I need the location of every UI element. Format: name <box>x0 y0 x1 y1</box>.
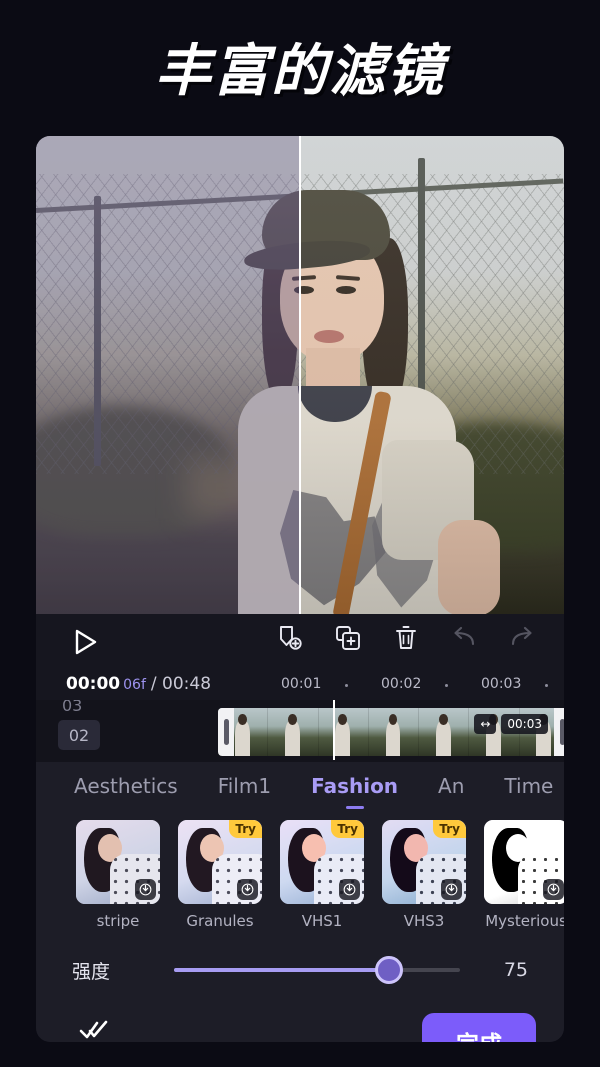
tab-an[interactable]: An <box>438 774 464 798</box>
try-badge: Try <box>433 820 466 838</box>
filter-label: VHS3 <box>403 912 445 930</box>
double-check-icon <box>79 1020 108 1039</box>
tab-fashion[interactable]: Fashion <box>311 774 399 809</box>
filter-label: Mysterious <box>485 912 564 930</box>
download-icon[interactable] <box>135 879 156 900</box>
ruler-tick-3: 00:03 <box>481 676 522 692</box>
duplicate-icon[interactable] <box>334 624 362 652</box>
tab-label: Film1 <box>217 774 272 798</box>
filter-thumbnail[interactable]: Try <box>382 820 466 904</box>
before-scene <box>36 136 300 614</box>
total-time: / 00:48 <box>150 674 212 694</box>
filter-item-stripe[interactable]: stripe <box>76 820 160 936</box>
intensity-slider-knob[interactable] <box>374 956 403 984</box>
filter-thumbnail[interactable] <box>484 820 564 904</box>
clip-duration-badge: 00:03 <box>501 714 548 734</box>
time-readout: 00:00 06f/ 00:48 <box>66 674 211 694</box>
ruler-dot-2 <box>445 684 448 687</box>
ruler-tick-1: 00:01 <box>281 676 322 692</box>
preview-before-half <box>36 136 300 614</box>
after-filter-tint <box>300 136 564 614</box>
editor-window: BEFORE AFTER <box>36 136 564 1042</box>
bottom-action-bar: 全部应用 完成 <box>36 1004 564 1042</box>
tab-label: Aesthetics <box>74 774 178 798</box>
download-icon[interactable] <box>237 879 258 900</box>
filter-list[interactable]: stripe Try Granules Try VHS1 Try VHS3 My… <box>36 810 564 936</box>
intensity-value: 75 <box>503 959 528 981</box>
filter-label: Granules <box>186 912 254 930</box>
clip-badges: ↔ 00:03 <box>474 714 548 734</box>
filmstrip-frame <box>318 708 369 756</box>
ruler-dot-1 <box>345 684 348 687</box>
time-readout-bar: 00:00 06f/ 00:48 00:01 00:02 00:03 <box>36 670 564 700</box>
before-filter-tint-2 <box>36 136 300 614</box>
undo-icon[interactable] <box>450 624 478 652</box>
add-keyframe-icon[interactable] <box>276 624 304 652</box>
intensity-slider-row: 强度 75 <box>36 936 564 1004</box>
tab-label: Fashion <box>311 774 399 798</box>
filmstrip-frame <box>419 708 470 756</box>
tab-label: An <box>438 774 465 798</box>
try-badge: Try <box>331 820 364 838</box>
comparison-divider[interactable] <box>299 136 301 614</box>
try-badge: Try <box>229 820 262 838</box>
toolbar-actions <box>276 624 536 652</box>
ruler-dot-3 <box>545 684 548 687</box>
track-label-02[interactable]: 02 <box>58 720 100 750</box>
filmstrip-frame <box>368 708 420 756</box>
tab-time[interactable]: Time <box>504 774 553 798</box>
clip-handle-left[interactable] <box>218 708 234 756</box>
timeline[interactable]: 03 02 ↔ 00:03 <box>36 700 564 762</box>
filter-item-mysterious[interactable]: Mysterious <box>484 820 564 936</box>
filter-item-vhs1[interactable]: Try VHS1 <box>280 820 364 936</box>
clip-handle-right[interactable] <box>554 708 564 756</box>
redo-icon[interactable] <box>508 624 536 652</box>
playhead[interactable] <box>333 700 335 760</box>
current-frames: 06f <box>123 677 146 693</box>
clip-resize-badge[interactable]: ↔ <box>474 714 497 734</box>
preview-comparison[interactable]: BEFORE AFTER <box>36 136 564 614</box>
preview-after-half <box>300 136 564 614</box>
filmstrip-frame <box>268 708 319 756</box>
intensity-slider-fill <box>174 968 389 972</box>
play-icon[interactable] <box>66 624 102 660</box>
intensity-label: 强度 <box>72 960 111 983</box>
download-icon[interactable] <box>543 879 564 900</box>
filter-thumbnail[interactable]: Try <box>280 820 364 904</box>
tab-aesthetics[interactable]: Aesthetics <box>74 774 178 798</box>
filter-item-vhs3[interactable]: Try VHS3 <box>382 820 466 936</box>
page-title: 丰富的滤镜 <box>155 39 445 104</box>
timeline-clip[interactable]: ↔ 00:03 <box>218 708 564 756</box>
ruler-tick-2: 00:02 <box>381 676 422 692</box>
download-icon[interactable] <box>339 879 360 900</box>
tab-film1[interactable]: Film1 <box>218 774 271 798</box>
filter-thumbnail[interactable]: Try <box>178 820 262 904</box>
tab-active-indicator <box>345 806 364 809</box>
done-button[interactable]: 完成 <box>422 1013 536 1042</box>
filter-category-tabs: Aesthetics Film1 Fashion An Time Daily <box>36 762 564 810</box>
apply-all-button[interactable]: 全部应用 <box>64 1020 124 1042</box>
current-time: 00:00 <box>66 674 121 694</box>
filter-item-granules[interactable]: Try Granules <box>178 820 262 936</box>
track-label-03: 03 <box>62 700 83 715</box>
intensity-slider-track[interactable] <box>174 956 460 984</box>
handle-grip <box>223 719 229 745</box>
filter-label: VHS1 <box>301 912 343 930</box>
app-root: 丰富的滤镜 00:00 06f / 00:48 00:01 00:02 00:0… <box>0 0 600 1067</box>
download-icon[interactable] <box>441 879 462 900</box>
editor-toolbar <box>36 614 564 670</box>
trash-icon[interactable] <box>392 624 420 652</box>
timeline-ruler: 00:01 00:02 00:03 <box>281 676 564 696</box>
handle-grip <box>559 719 564 745</box>
after-scene <box>300 136 564 614</box>
tab-label: Time <box>504 774 554 798</box>
filter-label: stripe <box>96 912 140 930</box>
filter-thumbnail[interactable] <box>76 820 160 904</box>
